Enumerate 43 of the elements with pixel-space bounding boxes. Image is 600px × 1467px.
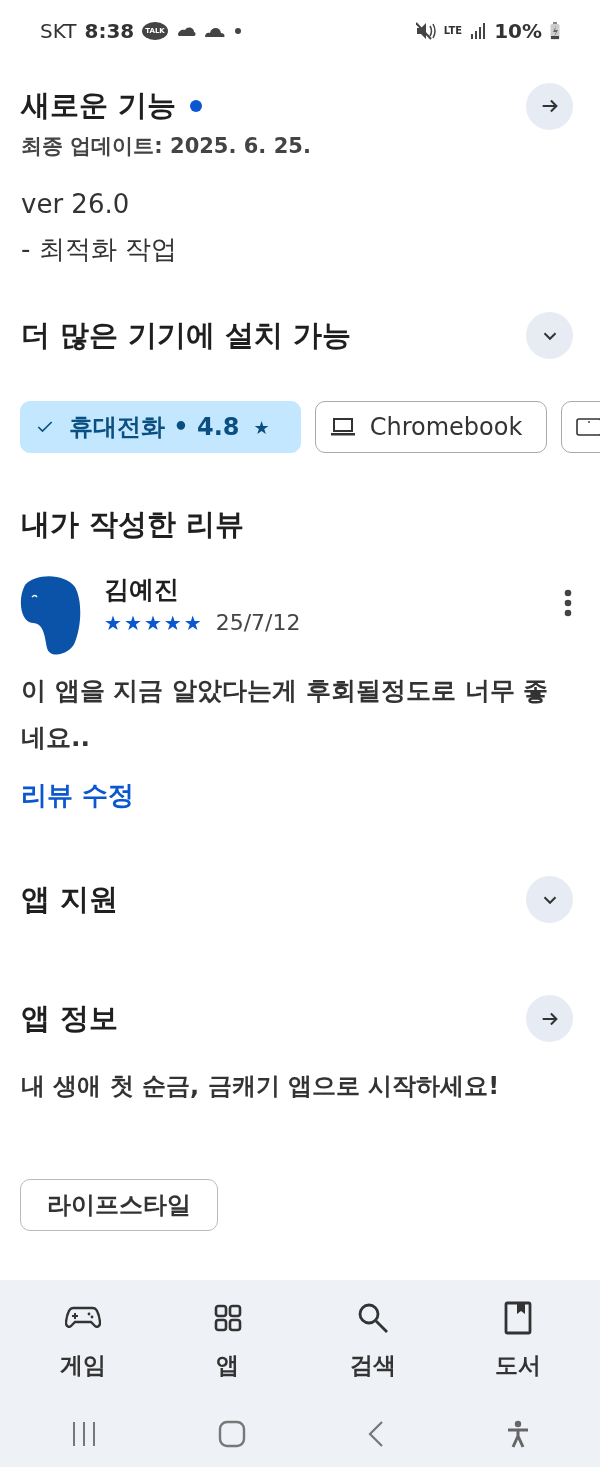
review-date: 25/7/12: [215, 610, 301, 635]
accessibility-icon[interactable]: [505, 1419, 530, 1448]
forward-button[interactable]: [526, 995, 573, 1042]
cloud-icon: [175, 25, 196, 37]
device-chip[interactable]: 휴대전화 • 4.8 ★: [20, 401, 301, 453]
nav-tab[interactable]: 앱: [167, 1280, 288, 1400]
release-note-text: ver 26.0: [20, 188, 131, 221]
section-title: 더 많은 기기에 설치 가능: [21, 316, 353, 354]
section-title: 새로운 기능: [21, 87, 177, 124]
review-text: 이 앱을 지금 알았다는게 후회될정도로 너무 좋네요..: [20, 675, 550, 754]
nav-tab[interactable]: 검색: [312, 1280, 433, 1400]
back-icon[interactable]: [366, 1419, 385, 1448]
mute-icon: [415, 22, 436, 40]
device-chip[interactable]: Chromebook: [314, 401, 548, 453]
section-title: 앱 정보: [21, 999, 120, 1037]
update-date-text: 최종 업데이트: 2025. 6. 25.: [20, 133, 312, 160]
nav-tab[interactable]: 게임: [22, 1280, 143, 1400]
tablet-icon: [576, 417, 600, 437]
dot-icon: [233, 27, 242, 35]
clock-text: 8:38: [84, 19, 135, 43]
forward-button[interactable]: [526, 82, 573, 130]
laptop-icon: [329, 417, 356, 437]
edit-review-link[interactable]: 리뷰 수정: [0, 777, 141, 814]
section-title: 내가 작성한 리뷰: [20, 506, 246, 543]
recents-icon[interactable]: [70, 1420, 97, 1447]
release-note-text: - 최적화 작업: [20, 233, 178, 266]
apps-grid-icon: [213, 1303, 242, 1332]
network-text: LTE: [443, 26, 463, 36]
home-icon[interactable]: [217, 1419, 246, 1448]
battery-text: 10%: [494, 19, 542, 43]
gamepad-icon: [64, 1304, 101, 1331]
app-description: 내 생애 첫 순금, 금캐기 앱으로 시작하세요!: [20, 1071, 501, 1102]
nav-tab[interactable]: 도서: [457, 1280, 578, 1400]
category-chip[interactable]: 라이프스타일: [20, 1179, 218, 1231]
carrier-text: SKT: [40, 19, 77, 43]
search-icon: [356, 1301, 389, 1334]
battery-icon: [550, 22, 560, 40]
section-title: 앱 지원: [21, 880, 120, 918]
reviewer-name: 김예진: [104, 574, 180, 606]
star-rating: ★★★★★: [104, 610, 202, 635]
more-icon: [564, 589, 572, 617]
book-icon: [503, 1300, 532, 1335]
signal-icon: [470, 23, 487, 39]
